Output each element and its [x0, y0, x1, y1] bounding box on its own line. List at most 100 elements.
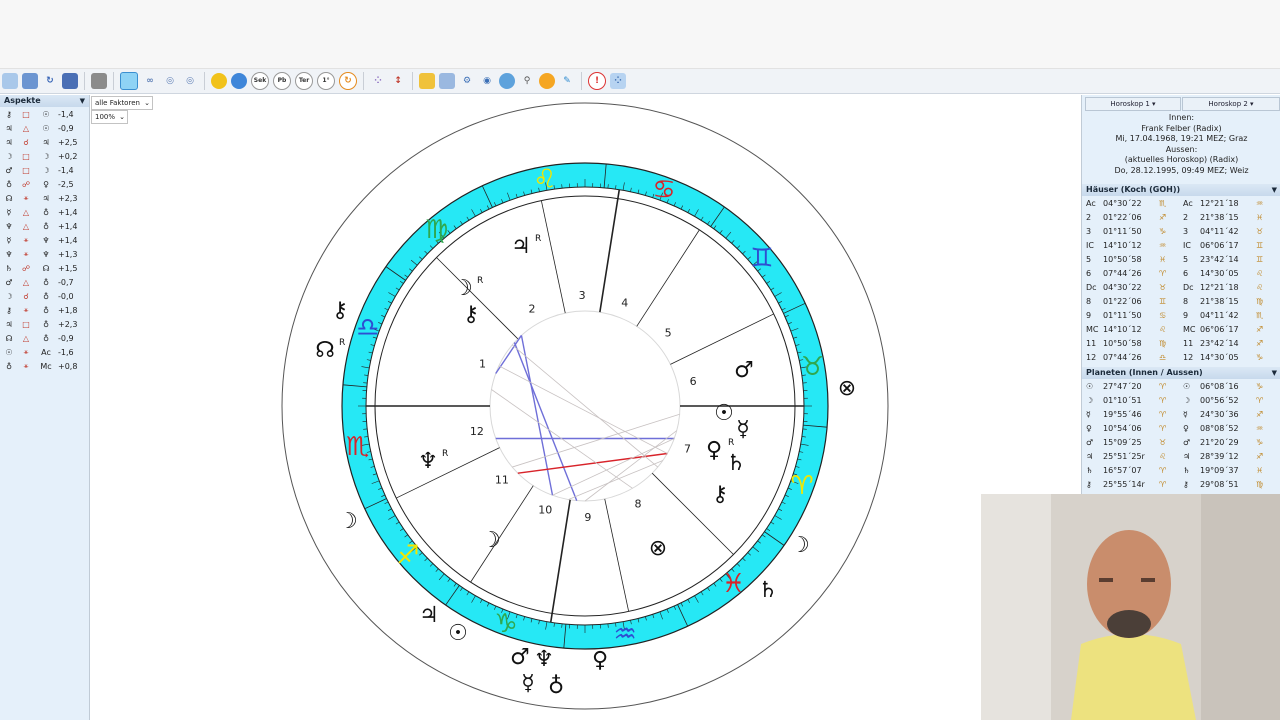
aspect-row[interactable]: ♁ ⚹ Mc +0,8 — [0, 359, 89, 373]
aspect-row[interactable]: ⚷ ⚹ ♁ +1,8 — [0, 303, 89, 317]
midpoints-icon[interactable]: ⁘ — [370, 73, 386, 89]
ter-icon[interactable]: Ter — [295, 72, 313, 90]
new-icon[interactable] — [2, 73, 18, 89]
table-row[interactable]: 5 10°50´58 ♓ 5 23°42´14 ♊ — [1082, 252, 1280, 266]
planet-glyph: ♁ — [43, 305, 49, 315]
aspect-row[interactable]: ☿ △ ♁ +1,4 — [0, 205, 89, 219]
degree-cell: 19°55´46 — [1103, 409, 1142, 419]
sun-icon[interactable] — [211, 73, 227, 89]
edit-icon[interactable] — [539, 73, 555, 89]
tab-horoskop-2[interactable]: Horoskop 2 ▾ — [1182, 97, 1280, 111]
factors-select[interactable]: alle Faktoren ⌄ — [91, 96, 153, 110]
aspect-row[interactable]: ☽ □ ☽ +0,2 — [0, 149, 89, 163]
aspect-row[interactable]: ♂ △ ♁ -0,7 — [0, 275, 89, 289]
table-row[interactable]: IC 14°10´12 ♒ IC 06°06´17 ♊ — [1082, 238, 1280, 252]
table-row[interactable]: ☽ 01°10´51 ♈ ☽ 00°56´52 ♈ — [1082, 393, 1280, 407]
degree-cell: 08°08´52 — [1200, 423, 1239, 433]
info-icon[interactable]: ✎ — [559, 73, 575, 89]
aspect-row[interactable]: ♆ △ ♁ +1,4 — [0, 219, 89, 233]
table-row[interactable]: ☿ 19°55´46 ♈ ☿ 24°30´36 ♐ — [1082, 407, 1280, 421]
composite-icon[interactable]: ◎ — [162, 73, 178, 89]
search-icon[interactable]: ⚙ — [459, 73, 475, 89]
tab-horoskop-1[interactable]: Horoskop 1 ▾ — [1085, 97, 1181, 111]
orb-value: -0,9 — [58, 123, 74, 133]
paint-icon[interactable]: ⚲ — [519, 73, 535, 89]
aspect-row[interactable]: ♃ □ ♁ +2,3 — [0, 317, 89, 331]
sign-glyph: ♏ — [1159, 198, 1167, 208]
radix-icon[interactable] — [120, 72, 138, 90]
aspect-row[interactable]: ♄ ☍ ☊ +1,5 — [0, 261, 89, 275]
collapse-arrow-icon[interactable]: ▼ — [1272, 184, 1277, 196]
orb-value: +0,8 — [58, 361, 78, 371]
alert-icon[interactable]: ! — [588, 72, 606, 90]
aspect-row[interactable]: ♆ ⚹ ♆ +1,3 — [0, 247, 89, 261]
aspect-row[interactable]: ☿ ⚹ ♆ +1,4 — [0, 233, 89, 247]
table-row[interactable]: ♀ 10°54´06 ♈ ♀ 08°08´52 ♒ — [1082, 421, 1280, 435]
table-row[interactable]: Dc 04°30´22 ♉ Dc 12°21´18 ♌ — [1082, 280, 1280, 294]
aspect-row[interactable]: ☊ △ ♁ -0,9 — [0, 331, 89, 345]
house-number: 6 — [690, 375, 697, 388]
aspect-row[interactable]: ♂ □ ☽ -1,4 — [0, 163, 89, 177]
aspect-row[interactable]: ♁ ☍ ♀ -2,5 — [0, 177, 89, 191]
sek-icon[interactable]: Sek — [251, 72, 269, 90]
planet-glyph: ☽ — [481, 528, 501, 553]
globe-icon[interactable]: ◉ — [479, 73, 495, 89]
sign-glyph: ♑ — [1159, 226, 1167, 236]
sign-glyph: ♌ — [1159, 451, 1167, 461]
aspects-panel: Aspekte ▼ ⚷ □ ☉ -1,4 ♃ △ ☉ -0,9 ♃ ☌ ♃ +2,5 ☽ □ ☽ +0,2 ♂ □ ☽… — [0, 95, 90, 720]
planet-glyph: ♁ — [548, 674, 564, 699]
table-row[interactable]: ⚷ 25°55´14r ♈ ⚷ 29°08´51 ♍ — [1082, 477, 1280, 491]
table-row[interactable]: 6 07°44´26 ♈ 6 14°30´05 ♌ — [1082, 266, 1280, 280]
planet-glyph: ♆ — [418, 449, 438, 474]
label-cell: ♀ — [1183, 423, 1189, 433]
aspect-row[interactable]: ☊ ⚹ ♃ +2,3 — [0, 191, 89, 205]
print-icon[interactable] — [91, 73, 107, 89]
calendar-icon[interactable] — [419, 73, 435, 89]
planet-glyph: ♁ — [43, 277, 49, 287]
moon-icon[interactable] — [231, 73, 247, 89]
aspects-icon[interactable] — [439, 73, 455, 89]
label-cell: Ac — [1086, 198, 1096, 208]
collapse-arrow-icon[interactable]: ▼ — [80, 95, 85, 107]
label-cell: ♄ — [1086, 465, 1094, 475]
table-row[interactable]: 12 07°44´26 ♎ 12 14°30´05 ♑ — [1082, 350, 1280, 364]
zoom-select[interactable]: 100% ⌄ — [91, 110, 128, 124]
planet-glyph: ⚷ — [6, 109, 12, 119]
webcam-overlay — [981, 494, 1280, 720]
transit-icon[interactable]: ↕ — [390, 73, 406, 89]
table-row[interactable]: ♃ 25°51´25r ♌ ♃ 28°39´12 ♐ — [1082, 449, 1280, 463]
table-row[interactable]: 3 01°11´50 ♑ 3 04°11´42 ♉ — [1082, 224, 1280, 238]
table-row[interactable]: MC 14°10´12 ♌ MC 06°06´17 ♐ — [1082, 322, 1280, 336]
degree-cell: 01°11´50 — [1103, 226, 1142, 236]
sign-glyph: ♎ — [1159, 352, 1167, 362]
table-row[interactable]: ♄ 16°57´07 ♈ ♄ 19°09´37 ♓ — [1082, 463, 1280, 477]
aspect-row[interactable]: ☉ ⚹ Ac -1,6 — [0, 345, 89, 359]
save-icon[interactable] — [62, 73, 78, 89]
combine-icon[interactable]: ◎ — [182, 73, 198, 89]
collapse-arrow-icon[interactable]: ▼ — [1272, 367, 1277, 379]
zoom-icon[interactable] — [499, 73, 515, 89]
zodiac-sign-glyph: ♍ — [425, 215, 448, 245]
pb-icon[interactable]: Pb — [273, 72, 291, 90]
aspect-row[interactable]: ☽ ☌ ♁ -0,0 — [0, 289, 89, 303]
degree-cell: 00°56´52 — [1200, 395, 1239, 405]
table-row[interactable]: Ac 04°30´22 ♏ Ac 12°21´18 ♒ — [1082, 196, 1280, 210]
aspect-row[interactable]: ♃ ☌ ♃ +2,5 — [0, 135, 89, 149]
one-degree-icon[interactable]: 1° — [317, 72, 335, 90]
aspects-panel-header: Aspekte ▼ — [0, 95, 89, 107]
table-row[interactable]: ☉ 27°47´20 ♈ ☉ 06°08´16 ♑ — [1082, 379, 1280, 393]
aspect-row[interactable]: ⚷ □ ☉ -1,4 — [0, 107, 89, 121]
refresh-icon[interactable]: ↻ — [339, 72, 357, 90]
label-cell: 5 — [1183, 254, 1189, 264]
table-row[interactable]: 9 01°11´50 ♋ 9 04°11´42 ♏ — [1082, 308, 1280, 322]
synastry-icon[interactable]: ∞ — [142, 73, 158, 89]
table-row[interactable]: ♂ 15°09´25 ♉ ♂ 21°20´29 ♑ — [1082, 435, 1280, 449]
label-cell: ⚷ — [1086, 479, 1092, 489]
table-row[interactable]: 11 10°50´58 ♍ 11 23°42´14 ♐ — [1082, 336, 1280, 350]
aspect-row[interactable]: ♃ △ ☉ -0,9 — [0, 121, 89, 135]
redo-icon[interactable]: ↻ — [42, 73, 58, 89]
table-row[interactable]: 2 01°22´06 ♐ 2 21°38´15 ♓ — [1082, 210, 1280, 224]
settings-icon[interactable]: ⁘ — [610, 73, 626, 89]
open-icon[interactable] — [22, 73, 38, 89]
table-row[interactable]: 8 01°22´06 ♊ 8 21°38´15 ♍ — [1082, 294, 1280, 308]
